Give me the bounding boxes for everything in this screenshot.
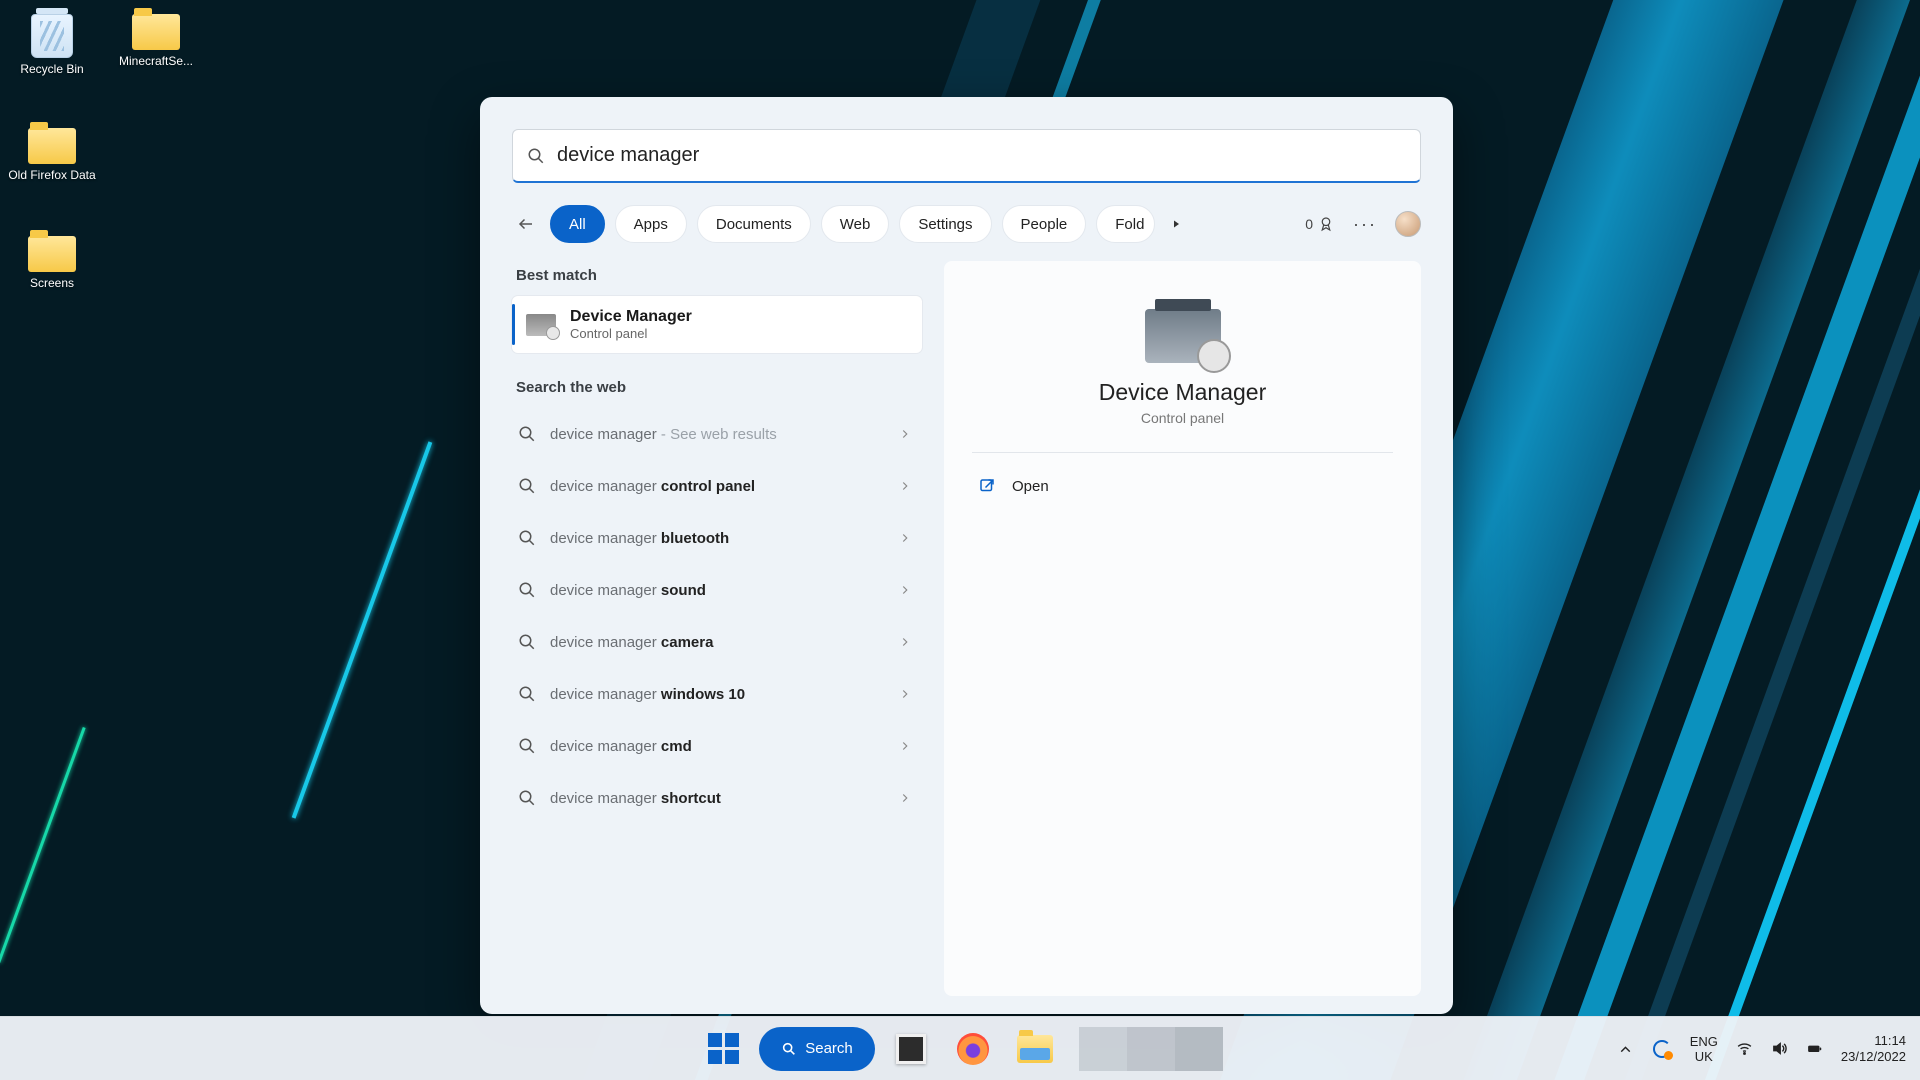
web-result-text: device manager cmd [550,738,884,755]
taskbar-task-view[interactable] [885,1027,937,1071]
desktop-icon-old-firefox[interactable]: Old Firefox Data [6,122,98,212]
search-bar[interactable] [512,129,1421,183]
search-icon [518,529,536,547]
system-tray: ENG UK 11:14 23/12/2022 [1617,1017,1906,1080]
desktop-icon-label: MinecraftSe... [110,54,202,68]
recycle-bin-icon [31,14,73,58]
web-result-text: device manager shortcut [550,790,884,807]
web-result-text: device manager control panel [550,478,884,495]
open-icon [978,477,996,495]
taskbar-firefox[interactable] [947,1027,999,1071]
web-result-row[interactable]: device manager windows 10 [512,668,922,720]
search-icon [518,633,536,651]
tray-overflow-icon[interactable] [1617,1041,1634,1058]
section-header-web: Search the web [516,379,922,396]
back-button[interactable] [512,210,540,238]
start-button[interactable] [697,1027,749,1071]
folder-icon [28,128,76,164]
web-result-text: device manager bluetooth [550,530,884,547]
volume-icon[interactable] [1771,1040,1788,1057]
filter-settings[interactable]: Settings [899,205,991,243]
more-options[interactable]: ··· [1353,214,1377,235]
search-input[interactable] [557,144,1406,167]
task-view-icon [896,1034,926,1064]
search-icon [518,477,536,495]
folder-icon [28,236,76,272]
search-icon [518,685,536,703]
desktop-icon-label: Old Firefox Data [6,168,98,182]
web-result-row[interactable]: device manager control panel [512,460,922,512]
web-result-row[interactable]: device manager sound [512,564,922,616]
web-result-text: device manager camera [550,634,884,651]
desktop-icon-screens[interactable]: Screens [6,230,98,320]
chevron-right-icon [898,687,912,701]
best-match-subtitle: Control panel [570,326,692,341]
web-result-row[interactable]: device manager shortcut [512,772,922,824]
taskbar-search-label: Search [805,1040,853,1057]
clock[interactable]: 11:14 23/12/2022 [1841,1033,1906,1065]
start-search-flyout: All Apps Documents Web Settings People F… [480,97,1453,1014]
folder-icon [132,14,180,50]
best-match-title: Device Manager [570,308,692,326]
results-list: Best match Device Manager Control panel … [512,261,922,996]
desktop-icon-minecraft[interactable]: MinecraftSe... [110,8,202,98]
result-preview-pane: Device Manager Control panel Open [944,261,1421,996]
open-action[interactable]: Open [972,467,1393,505]
chevron-right-icon [898,531,912,545]
taskbar-search-button[interactable]: Search [759,1027,875,1071]
chevron-right-icon [898,791,912,805]
filter-apps[interactable]: Apps [615,205,687,243]
taskbar: Search ENG UK 11:14 23/12/2022 [0,1016,1920,1080]
device-manager-icon [1145,309,1221,363]
best-match-result[interactable]: Device Manager Control panel [512,296,922,353]
chevron-right-icon [898,479,912,493]
filter-folders[interactable]: Fold [1096,205,1155,243]
desktop-icon-label: Recycle Bin [6,62,98,76]
chevron-right-icon [898,427,912,441]
web-result-text: device manager - See web results [550,426,884,443]
desktop-icon-label: Screens [6,276,98,290]
firefox-icon [957,1033,989,1065]
web-result-row[interactable]: device manager - See web results [512,408,922,460]
filter-scroll-right[interactable] [1165,218,1187,230]
search-icon [518,581,536,599]
web-result-row[interactable]: device manager cmd [512,720,922,772]
divider [972,452,1393,453]
chevron-right-icon [898,635,912,649]
battery-icon[interactable] [1806,1040,1823,1057]
preview-subtitle: Control panel [1141,410,1224,426]
search-icon [781,1041,797,1057]
chevron-right-icon [898,583,912,597]
filter-people[interactable]: People [1002,205,1087,243]
search-icon [518,737,536,755]
open-label: Open [1012,478,1049,495]
device-manager-icon [526,314,556,336]
filter-row: All Apps Documents Web Settings People F… [480,183,1453,261]
onedrive-sync-icon[interactable] [1652,1039,1672,1059]
web-result-row[interactable]: device manager camera [512,616,922,668]
language-indicator[interactable]: ENG UK [1690,1034,1718,1064]
windows-logo-icon [708,1033,739,1064]
web-result-text: device manager windows 10 [550,686,884,703]
filter-web[interactable]: Web [821,205,890,243]
user-avatar[interactable] [1395,211,1421,237]
medal-icon [1317,215,1335,233]
search-icon [527,147,545,165]
web-result-row[interactable]: device manager bluetooth [512,512,922,564]
filter-all[interactable]: All [550,205,605,243]
taskbar-file-explorer[interactable] [1009,1027,1061,1071]
filter-documents[interactable]: Documents [697,205,811,243]
chevron-right-icon [898,739,912,753]
rewards-indicator[interactable]: 0 [1305,215,1335,233]
desktop-icon-recycle-bin[interactable]: Recycle Bin [6,8,98,98]
section-header-best-match: Best match [516,267,922,284]
web-result-text: device manager sound [550,582,884,599]
search-icon [518,425,536,443]
taskbar-window-previews[interactable] [1079,1027,1223,1071]
search-icon [518,789,536,807]
wifi-icon[interactable] [1736,1040,1753,1057]
file-explorer-icon [1017,1035,1053,1063]
preview-title: Device Manager [1099,379,1266,406]
